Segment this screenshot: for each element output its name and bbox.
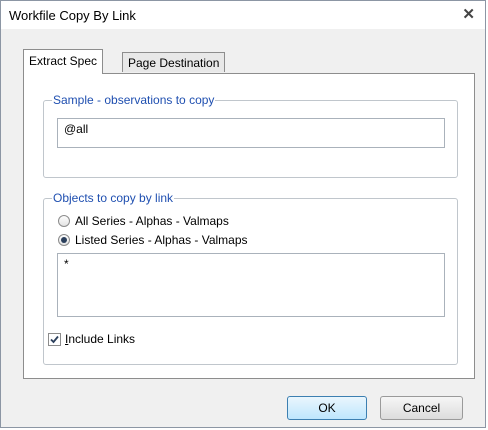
include-links-checkbox[interactable] — [48, 332, 61, 346]
tab-panel-extract-spec: Sample - observations to copy @all Objec… — [23, 73, 475, 379]
include-links-label: Include Links — [65, 332, 135, 346]
objects-group-legend: Objects to copy by link — [52, 191, 175, 205]
sample-input[interactable]: @all — [57, 118, 445, 148]
ok-button[interactable]: OK — [287, 396, 367, 420]
cancel-button[interactable]: Cancel — [380, 396, 463, 420]
dialog-window: Workfile Copy By Link ✕ Extract Spec Pag… — [0, 0, 486, 428]
radio-all-series-label: All Series - Alphas - Valmaps — [75, 214, 229, 228]
tab-page-destination-label: Page Destination — [128, 56, 220, 70]
title-bar[interactable]: Workfile Copy By Link ✕ — [1, 1, 485, 29]
radio-listed-series-button[interactable] — [58, 234, 70, 246]
radio-all-series[interactable]: All Series - Alphas - Valmaps — [58, 213, 229, 229]
tab-extract-spec[interactable]: Extract Spec — [23, 49, 104, 74]
tab-extract-spec-label: Extract Spec — [29, 54, 98, 68]
listed-series-textarea[interactable]: * — [57, 253, 445, 317]
include-links-label-rest: nclude Links — [68, 332, 136, 346]
sample-group: Sample - observations to copy @all — [43, 93, 458, 178]
include-links-checkbox-row[interactable]: Include Links — [48, 332, 135, 346]
sample-group-legend: Sample - observations to copy — [52, 93, 216, 107]
radio-listed-series-label: Listed Series - Alphas - Valmaps — [75, 233, 248, 247]
radio-all-series-button[interactable] — [58, 215, 70, 227]
tab-page-destination[interactable]: Page Destination — [122, 52, 226, 72]
window-title: Workfile Copy By Link — [9, 8, 136, 23]
close-icon[interactable]: ✕ — [462, 5, 475, 23]
radio-listed-series[interactable]: Listed Series - Alphas - Valmaps — [58, 232, 248, 248]
